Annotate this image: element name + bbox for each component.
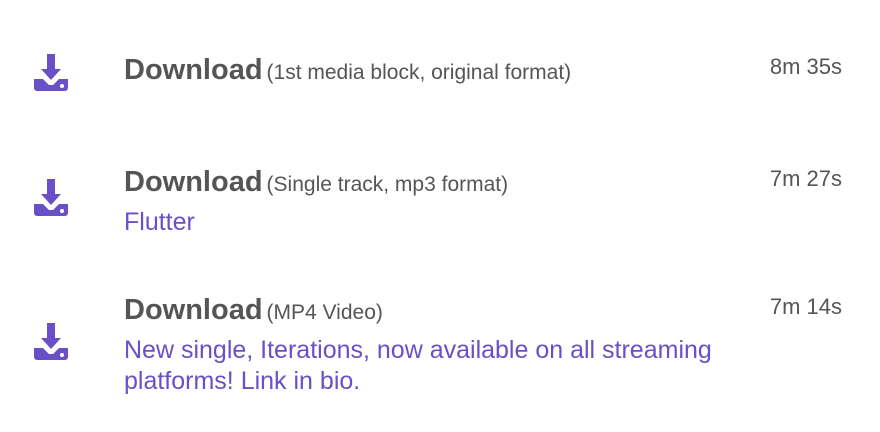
download-icon[interactable] — [32, 52, 70, 92]
download-link[interactable]: Download — [124, 294, 263, 326]
download-link[interactable]: Download — [124, 54, 263, 86]
format-label: (1st media block, original format) — [266, 61, 572, 84]
track-description: New single, Iterations, now available on… — [124, 336, 712, 395]
download-icon[interactable] — [32, 321, 70, 361]
duration-label: 8m 35s — [769, 54, 842, 79]
download-list: Download (1st media block, original forma… — [0, 0, 880, 432]
download-item-header: Download (MP4 Video) — [124, 290, 764, 335]
download-item-content: Download (Single track, mp3 format) Flutt… — [124, 162, 764, 238]
duration-label: 7m 27s — [769, 166, 842, 191]
download-item-content: Download (1st media block, original forma… — [124, 50, 764, 95]
format-label: (MP4 Video) — [266, 301, 383, 324]
download-item-content: Download (MP4 Video) New single, Iteratio… — [124, 290, 764, 397]
format-label: (Single track, mp3 format) — [266, 173, 509, 196]
track-description: Flutter — [124, 208, 195, 236]
download-item-header: Download (Single track, mp3 format) — [124, 162, 764, 207]
download-item-header: Download (1st media block, original forma… — [124, 50, 764, 95]
duration-label: 7m 14s — [769, 294, 842, 319]
download-link[interactable]: Download — [124, 166, 263, 198]
download-icon[interactable] — [32, 177, 70, 217]
